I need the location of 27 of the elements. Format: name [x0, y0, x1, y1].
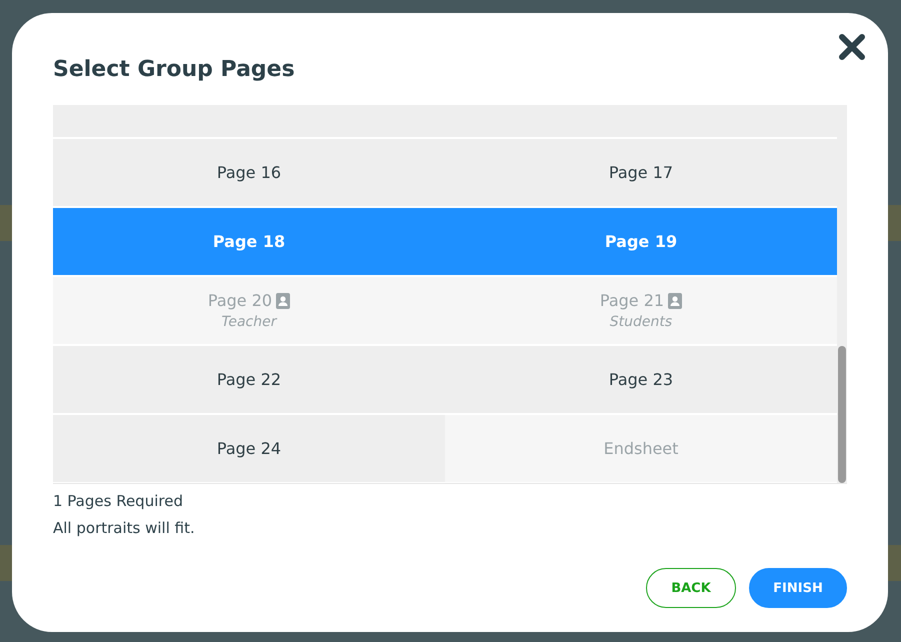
page-tile[interactable]: Page 23 — [445, 346, 837, 413]
page-tile[interactable]: Page 18 — [53, 208, 445, 275]
page-label: Page 16 — [216, 163, 282, 182]
page-sublabel: Teacher — [222, 314, 276, 330]
page-tile[interactable]: Page 24 — [53, 415, 445, 482]
page-label: Endsheet — [604, 439, 678, 458]
finish-button[interactable]: FINISH — [749, 568, 847, 608]
page-label: Page 22 — [216, 370, 282, 389]
page-label: Page 21 — [600, 291, 664, 310]
page-label: Page 23 — [608, 370, 674, 389]
page-tile[interactable]: Page 22 — [53, 346, 445, 413]
page-label: Page 17 — [608, 163, 674, 182]
page-label: Page 18 — [212, 232, 286, 251]
page-tile[interactable]: Page 17 — [445, 139, 837, 206]
close-icon — [837, 32, 867, 62]
page-sublabel: Students — [610, 314, 672, 330]
summary-text: All portraits will fit. — [53, 518, 196, 539]
page-tile[interactable]: Page 16 — [53, 139, 445, 206]
close-button[interactable] — [837, 32, 867, 62]
scrollbar-thumb[interactable] — [838, 346, 846, 483]
summary-text: 1 Pages Required — [53, 491, 184, 512]
page-tile[interactable]: Page 19 — [445, 208, 837, 275]
page-label: Page 24 — [216, 439, 282, 458]
dialog-title: Select Group Pages — [53, 57, 295, 82]
page-label: Page 20 — [208, 291, 272, 310]
back-button[interactable]: BACK — [646, 568, 736, 608]
page-label: Page 19 — [604, 232, 678, 251]
